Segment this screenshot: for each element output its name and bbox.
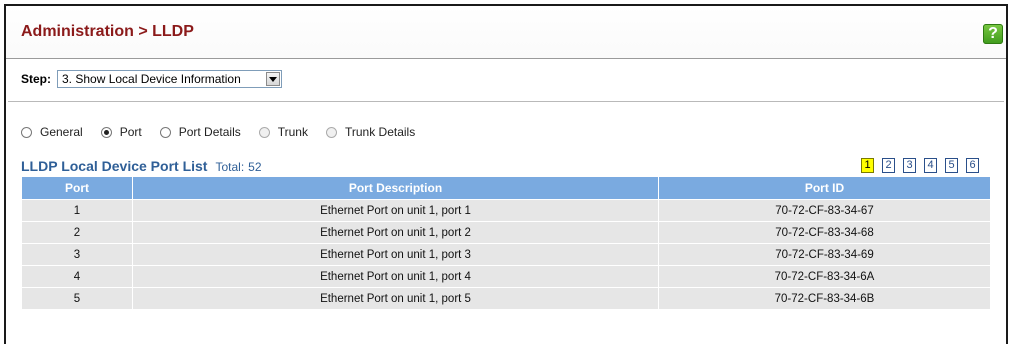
page-link-5[interactable]: 5 (945, 158, 958, 173)
cell-port: 1 (21, 199, 133, 222)
page-header: Administration > LLDP ? (6, 6, 1006, 59)
radio-label: Port Details (178, 125, 241, 139)
radio-label: Port (119, 125, 142, 139)
cell-port-description: Ethernet Port on unit 1, port 1 (132, 199, 659, 222)
column-header-port: Port (21, 176, 133, 200)
radio-port[interactable]: Port (100, 125, 142, 139)
pagination: 1 2 3 4 5 6 (853, 158, 979, 173)
step-row: Step: 3. Show Local Device Information (21, 70, 282, 88)
radio-button[interactable] (325, 126, 337, 138)
radio-general[interactable]: General (21, 125, 83, 139)
radio-button[interactable] (159, 126, 171, 138)
table-row: 1 Ethernet Port on unit 1, port 1 70-72-… (21, 199, 991, 222)
page-link-3[interactable]: 3 (903, 158, 916, 173)
table-row: 5 Ethernet Port on unit 1, port 5 70-72-… (21, 287, 991, 310)
cell-port: 2 (21, 221, 133, 244)
radio-button[interactable] (258, 126, 270, 138)
total-count: 52 (248, 160, 262, 174)
column-header-port-id: Port ID (658, 176, 991, 200)
chevron-down-icon[interactable] (266, 72, 280, 86)
page-link-6[interactable]: 6 (966, 158, 979, 173)
cell-port: 5 (21, 287, 133, 310)
view-radio-group: General Port Port Details Trunk Trunk De… (21, 125, 433, 139)
list-heading: LLDP Local Device Port List Total: 52 (21, 158, 262, 174)
cell-port-id: 70-72-CF-83-34-6A (658, 265, 991, 288)
cell-port-description: Ethernet Port on unit 1, port 4 (132, 265, 659, 288)
help-icon[interactable]: ? (983, 24, 1003, 44)
step-select-value: 3. Show Local Device Information (62, 72, 241, 86)
step-label: Step: (21, 72, 51, 86)
radio-trunk-details[interactable]: Trunk Details (325, 125, 416, 139)
page-link-1[interactable]: 1 (861, 158, 874, 173)
column-header-port-description: Port Description (132, 176, 659, 200)
divider (8, 101, 1004, 102)
radio-label: Trunk (277, 125, 308, 139)
list-title: LLDP Local Device Port List (21, 158, 208, 174)
total-label: Total: (215, 160, 245, 174)
lldp-panel: Administration > LLDP ? Step: 3. Show Lo… (4, 4, 1008, 344)
radio-button[interactable] (100, 126, 112, 138)
page-link-2[interactable]: 2 (882, 158, 895, 173)
cell-port: 3 (21, 243, 133, 266)
breadcrumb: Administration > LLDP (21, 23, 194, 40)
cell-port-id: 70-72-CF-83-34-68 (658, 221, 991, 244)
cell-port-id: 70-72-CF-83-34-6B (658, 287, 991, 310)
radio-trunk[interactable]: Trunk (258, 125, 308, 139)
radio-label: Trunk Details (344, 125, 416, 139)
cell-port: 4 (21, 265, 133, 288)
table-row: 4 Ethernet Port on unit 1, port 4 70-72-… (21, 265, 991, 288)
page-link-4[interactable]: 4 (924, 158, 937, 173)
cell-port-description: Ethernet Port on unit 1, port 3 (132, 243, 659, 266)
table-row: 2 Ethernet Port on unit 1, port 2 70-72-… (21, 221, 991, 244)
table-row: 3 Ethernet Port on unit 1, port 3 70-72-… (21, 243, 991, 266)
cell-port-description: Ethernet Port on unit 1, port 5 (132, 287, 659, 310)
table-header-row: Port Port Description Port ID (21, 176, 991, 200)
cell-port-id: 70-72-CF-83-34-67 (658, 199, 991, 222)
radio-button[interactable] (21, 126, 32, 138)
cell-port-description: Ethernet Port on unit 1, port 2 (132, 221, 659, 244)
radio-port-details[interactable]: Port Details (159, 125, 241, 139)
cell-port-id: 70-72-CF-83-34-69 (658, 243, 991, 266)
radio-label: General (40, 125, 83, 139)
port-table: Port Port Description Port ID 1 Ethernet… (21, 176, 991, 310)
step-select[interactable]: 3. Show Local Device Information (57, 70, 282, 88)
